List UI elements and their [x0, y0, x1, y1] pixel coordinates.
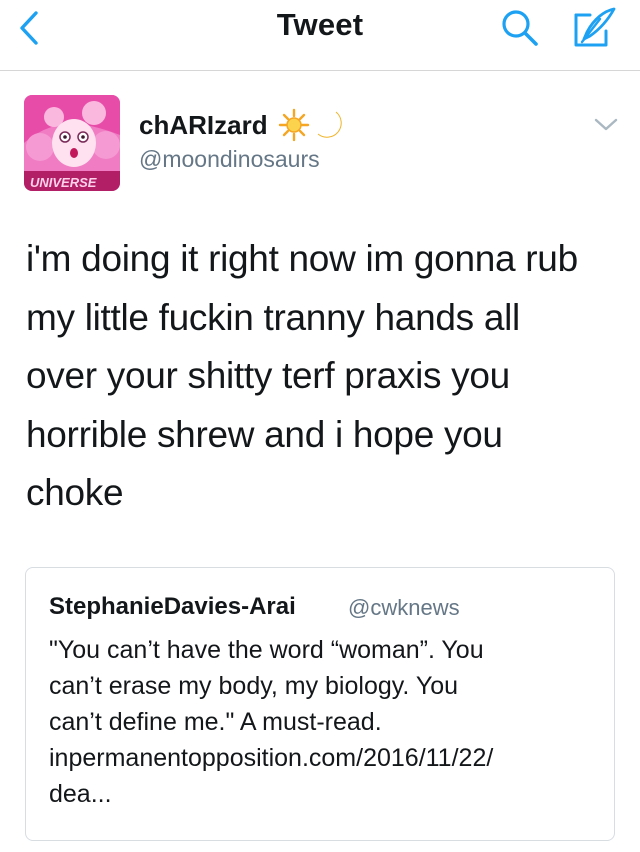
quoted-tweet-text: "You can’t have the word “woman”. You ca… — [49, 632, 601, 812]
quoted-link[interactable]: inpermanentopposition.com/2016/11/22/ — [49, 740, 601, 776]
quoted-line: "You can’t have the word “woman”. You — [49, 636, 484, 664]
crescent-moon-icon — [317, 111, 342, 138]
avatar[interactable]: UNIVERSE — [24, 95, 120, 191]
author-handle[interactable]: @moondinosaurs — [139, 146, 320, 173]
tweet-options-button[interactable] — [592, 116, 620, 134]
quoted-author-handle: @cwknews — [348, 595, 460, 620]
tweet-line: over your shitty terf praxis you — [26, 355, 510, 396]
sun-icon — [278, 108, 310, 142]
chevron-down-icon — [594, 118, 618, 131]
author-name[interactable]: chARIzard — [139, 110, 268, 141]
quoted-line: dea... — [49, 780, 112, 808]
page-title: Tweet — [276, 7, 364, 42]
quoted-author-name: StephanieDavies-Arai — [49, 593, 296, 620]
tweet-line: horrible shrew and i hope you — [26, 413, 503, 455]
search-button[interactable] — [499, 8, 543, 48]
compose-quill-icon — [574, 7, 616, 47]
tweet-line: my little fuckin tranny hands all — [26, 296, 520, 338]
tweet-text: i'm doing it right now im gonna rub my l… — [26, 230, 618, 523]
quoted-line: can’t erase my body, my biology. You — [49, 672, 459, 700]
avatar-image: UNIVERSE — [24, 95, 120, 191]
author-emoji — [278, 108, 348, 142]
avatar-caption: UNIVERSE — [30, 175, 97, 190]
quoted-line: can’t define me." A must-read. — [49, 708, 382, 736]
navigation-bar: Tweet — [0, 0, 640, 71]
tweet-line: choke — [26, 472, 124, 513]
search-icon — [502, 10, 538, 46]
compose-tweet-button[interactable] — [570, 5, 620, 51]
tweet-line: i'm doing it right now im gonna rub — [26, 238, 578, 279]
quoted-tweet-card[interactable]: StephanieDavies-Arai @cwknews "You can’t… — [25, 567, 615, 841]
